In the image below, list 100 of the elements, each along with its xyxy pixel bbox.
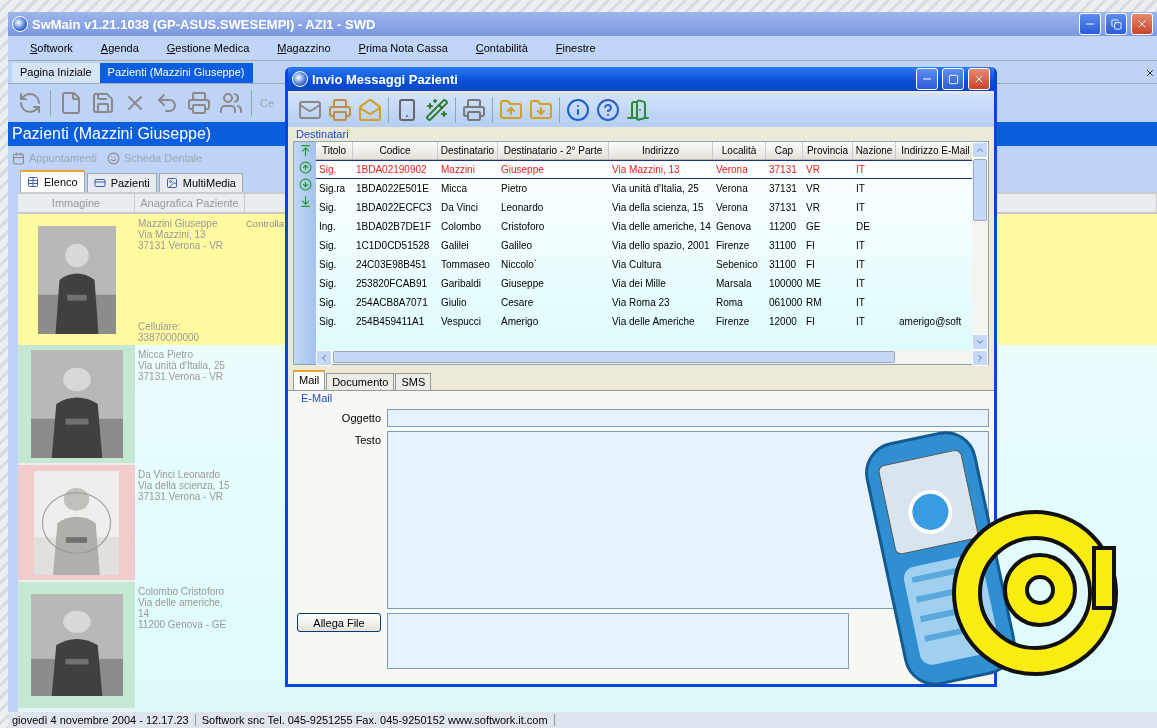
table-cell-text: Verona (715, 163, 749, 177)
patient-detail: Via Mazzini, 13 (138, 229, 206, 240)
table-cell-text: Verona (715, 182, 749, 196)
table-cell-text: ME (805, 277, 822, 291)
dialog-title: Invio Messaggi Pazienti (312, 71, 459, 87)
column-header: Immagine (18, 194, 135, 212)
column-header: Anagrafica Paziente (135, 194, 245, 212)
table-cell-text: IT (855, 315, 866, 329)
table-cell-text: Sig. (318, 258, 338, 272)
table-cell-text: 12000 (768, 315, 798, 329)
patient-detail: Da Vinci Leonardo (138, 469, 222, 480)
status-text: Softwork snc Tel. 045-9251255 Fax. 045-9250152 www.softwork.it.com (201, 714, 555, 726)
table-cell-text: 11200 (768, 220, 798, 234)
table-cell-text: Via dello spazio, 2001 (611, 239, 711, 253)
table-cell-text: Sig. (318, 315, 338, 329)
window-title: SwMain v1.21.1038 (GP-ASUS.SWESEMPI) - AZI1 - SWD (32, 16, 377, 32)
table-cell-text: 31100 (768, 258, 798, 272)
table-cell-text: Sig. (318, 163, 338, 177)
table-cell-text: 1C1D0CD51528 (355, 239, 431, 253)
table-cell-text: Via dei Mille (611, 277, 667, 291)
table-cell-text: IT (855, 239, 866, 253)
table-cell-text: RM (805, 296, 823, 310)
subject-label: Oggetto (340, 411, 381, 424)
table-cell-text: GE (805, 220, 822, 234)
table-cell-text: Giulio (440, 296, 468, 310)
table-cell-text: FI (805, 258, 816, 272)
table-cell-text: Galileo (500, 239, 534, 253)
patient-detail: 11200 Genova - GE (138, 619, 228, 630)
table-cell-text: IT (855, 296, 866, 310)
table-cell-text: 1BDA02B7DE1F (355, 220, 433, 234)
table-cell-text: Sig. (318, 296, 338, 310)
table-cell-text: Via Mazzini, 13 (611, 163, 681, 177)
table-cell-text: Amerigo (500, 315, 540, 329)
table-cell-text: Marsala (715, 277, 753, 291)
table-cell-text: Tommaseo (440, 258, 491, 272)
table-cell-text: IT (855, 258, 866, 272)
table-cell-text: Colombo (440, 220, 483, 234)
patient-detail: Via delle americhe, (138, 597, 224, 608)
table-cell-text: 37131 (768, 163, 798, 177)
table-cell-text: Via della scienza, 15 (611, 201, 705, 215)
table-cell-text: 253820FCAB91 (355, 277, 429, 291)
patient-detail: Mazzini Giuseppe (138, 218, 219, 229)
table-cell-text: Da Vinci (440, 201, 480, 215)
patient-detail: Micca Pietro (138, 349, 194, 360)
table-cell-text: 254ACB8A7071 (355, 296, 429, 310)
table-cell-text: 24C03E98B451 (355, 258, 428, 272)
table-cell-text: Vespucci (440, 315, 483, 329)
phone-number: 33870000000 (138, 332, 201, 343)
table-cell-text: VR (805, 182, 821, 196)
table-cell-text: Via Cultura (611, 258, 663, 272)
toolbar-label: Ce (260, 97, 275, 109)
table-cell-text: IT (855, 182, 866, 196)
table-cell-text: IT (855, 277, 866, 291)
table-cell-text: Via unità d'Italia, 25 (611, 182, 700, 196)
table-cell-text: VR (805, 163, 821, 177)
table-cell-text: 1BDA022E501E (355, 182, 430, 196)
table-cell-text: Niccolo` (500, 258, 539, 272)
table-cell-text: FI (805, 315, 816, 329)
table-cell-text: 1BDA022ECFC3 (355, 201, 433, 215)
table-cell-text: Genova (715, 220, 753, 234)
body-label: Testo (353, 433, 381, 446)
patient-detail: Via unità d'Italia, 25 (138, 360, 226, 371)
table-cell-text: IT (855, 163, 866, 177)
table-cell-text: Leonardo (500, 201, 545, 215)
patient-detail: Colombo Cristoforo (138, 586, 226, 597)
table-cell-text: Via delle Americhe (611, 315, 696, 329)
table-cell-text: Via delle americhe, 14 (611, 220, 712, 234)
table-cell-text: Pietro (500, 182, 529, 196)
table-cell-text: Firenze (715, 239, 751, 253)
table-cell-text: FI (805, 239, 816, 253)
table-cell-text: Sebenico (715, 258, 759, 272)
table-cell-text: Giuseppe (500, 277, 545, 291)
table-cell-text: Mazzini (440, 163, 476, 177)
table-cell-text: DE (855, 220, 871, 234)
patient-detail: 37131 Verona - VR (138, 240, 225, 251)
table-cell-text: Galilei (440, 239, 470, 253)
table-cell-text: Sig. (318, 239, 338, 253)
table-cell-text: Roma (715, 296, 744, 310)
phone-label: Cellulare: (138, 321, 182, 332)
table-cell-text: Sig. (318, 201, 338, 215)
table-cell-text: Sig. (318, 277, 338, 291)
group-label: Destinatari (295, 127, 350, 141)
patient-detail: 37131 Verona - VR (138, 491, 225, 502)
table-cell-text: Giuseppe (500, 163, 545, 177)
table-cell-text: Garibaldi (440, 277, 483, 291)
table-cell-text: 061000 (768, 296, 803, 310)
table-cell-text: 31100 (768, 239, 798, 253)
status-text: giovedì 4 novembre 2004 - 12.17.23 (12, 714, 196, 726)
table-cell-text: Cristoforo (500, 220, 546, 234)
table-cell-text: Firenze (715, 315, 751, 329)
table-cell-text: Verona (715, 201, 749, 215)
table-cell-text: Cesare (500, 296, 535, 310)
table-cell-text: Micca (440, 182, 469, 196)
table-cell-text: Via Roma 23 (611, 296, 671, 310)
table-cell-text: 1BDA02190902 (355, 163, 428, 177)
table-cell-text: 37131 (768, 182, 798, 196)
table-cell-text: IT (855, 201, 866, 215)
table-cell-text: Ing. (318, 220, 337, 234)
table-cell-text: VR (805, 201, 821, 215)
table-cell-text: 254B459411A1 (355, 315, 426, 329)
